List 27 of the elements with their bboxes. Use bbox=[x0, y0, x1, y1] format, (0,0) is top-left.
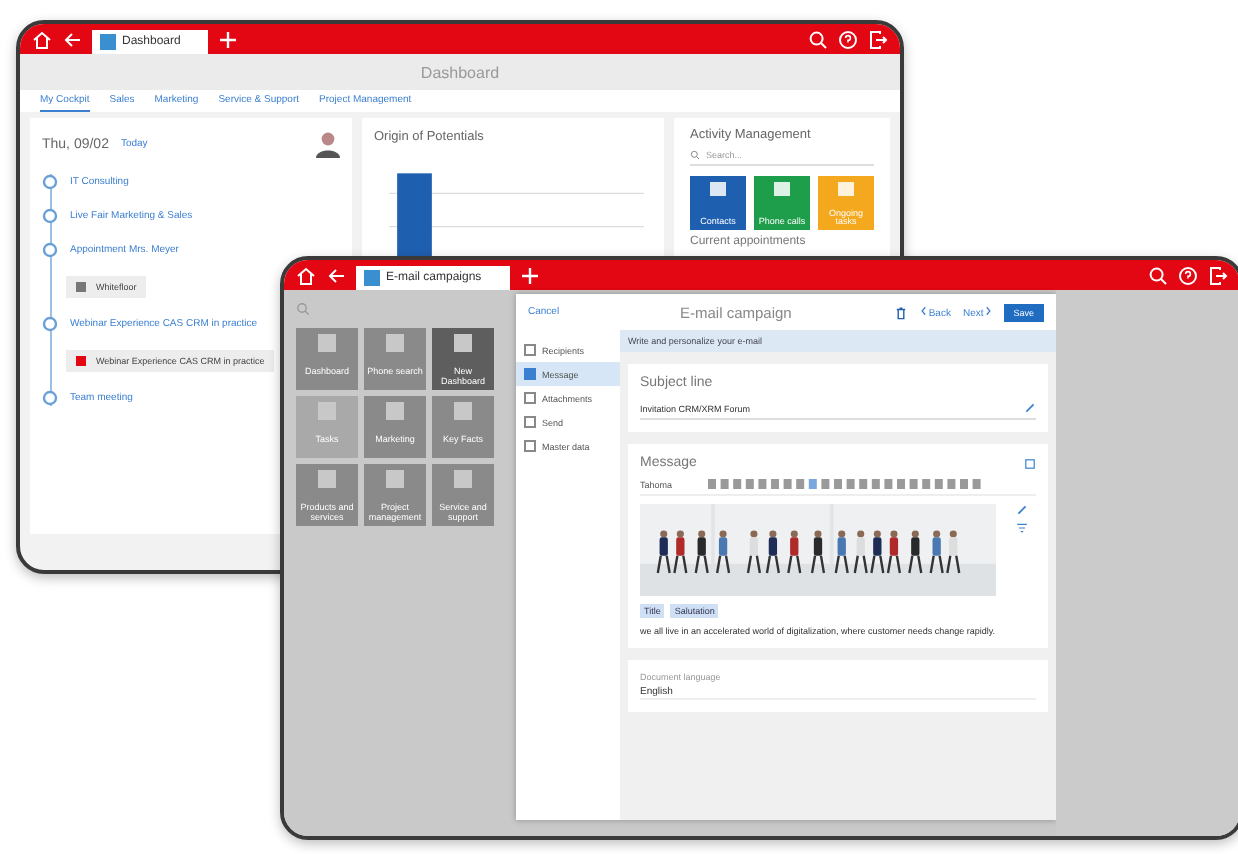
plus-icon[interactable] bbox=[218, 29, 239, 49]
help-icon[interactable] bbox=[838, 29, 858, 49]
pencil-icon[interactable] bbox=[1016, 504, 1028, 516]
search-icon[interactable] bbox=[808, 29, 828, 49]
chevron-right-icon bbox=[983, 305, 992, 315]
logout-icon[interactable] bbox=[1208, 265, 1228, 285]
logout-icon[interactable] bbox=[868, 29, 888, 49]
timeline-node-icon bbox=[42, 208, 58, 224]
filter-icon[interactable] bbox=[1016, 522, 1028, 534]
back-arrow-icon[interactable] bbox=[62, 29, 82, 49]
edit-icon[interactable] bbox=[1024, 457, 1036, 469]
help-icon[interactable] bbox=[1178, 265, 1198, 285]
home-icon[interactable] bbox=[296, 265, 316, 285]
search-icon[interactable] bbox=[1148, 265, 1168, 285]
timeline-node-icon bbox=[42, 242, 58, 258]
avatar-icon bbox=[315, 130, 340, 158]
chevron-left-icon bbox=[920, 305, 929, 315]
timeline-node-icon bbox=[42, 174, 58, 190]
search-icon bbox=[690, 150, 700, 160]
timeline-node-icon bbox=[42, 316, 58, 332]
pencil-icon[interactable] bbox=[1024, 402, 1036, 414]
home-icon[interactable] bbox=[32, 29, 52, 49]
trash-icon[interactable] bbox=[894, 305, 909, 319]
plus-icon[interactable] bbox=[519, 265, 540, 285]
window-title: Dashboard bbox=[420, 63, 500, 81]
back-arrow-icon[interactable] bbox=[326, 265, 346, 285]
timeline-node-icon bbox=[42, 390, 58, 406]
